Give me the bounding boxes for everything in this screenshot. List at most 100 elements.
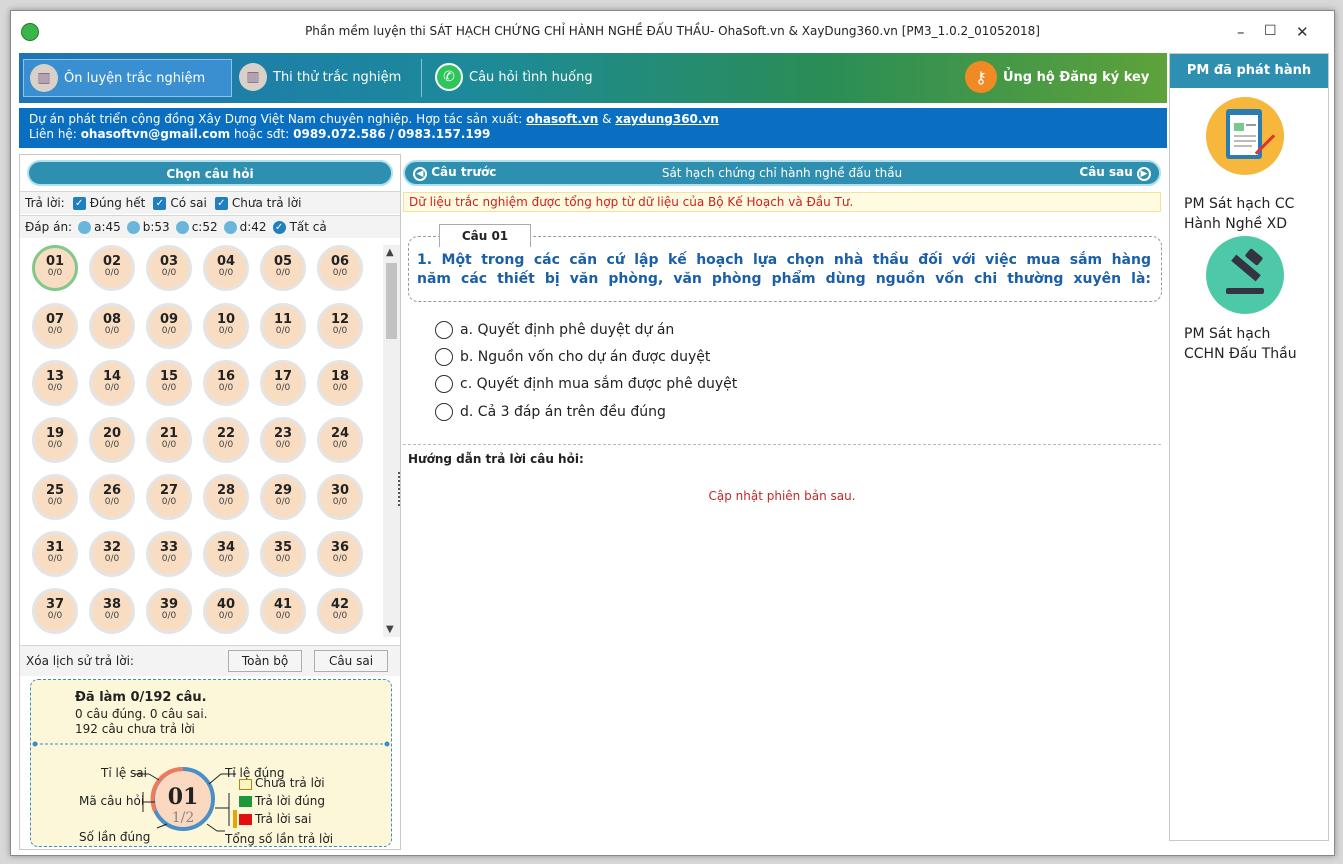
legend-wrong-rate: Tỉ lệ sai [101, 766, 147, 780]
close-button[interactable]: ✕ [1296, 23, 1309, 41]
question-button-34[interactable]: 34 0/0 [203, 531, 249, 577]
question-button-13[interactable]: 13 0/0 [32, 360, 78, 406]
next-question-button[interactable]: Câu sau ▶ [1079, 165, 1151, 181]
question-button-14[interactable]: 14 0/0 [89, 360, 135, 406]
swatch-answered-right [239, 796, 252, 807]
question-score: 0/0 [275, 497, 291, 507]
question-score: 0/0 [332, 326, 348, 336]
phone-2: 0983.157.199 [397, 127, 491, 141]
question-score: 0/0 [218, 383, 234, 393]
checkbox-has-wrong[interactable]: ✓ [153, 196, 167, 210]
question-button-25[interactable]: 25 0/0 [32, 474, 78, 520]
info-line-1: Dự án phát triển cộng đồng Xây Dựng Việt… [29, 112, 719, 127]
question-number: 28 [216, 483, 236, 498]
question-number: 13 [45, 369, 65, 384]
question-button-02[interactable]: 02 0/0 [89, 245, 135, 291]
question-button-10[interactable]: 10 0/0 [203, 303, 249, 349]
question-button-11[interactable]: 11 0/0 [260, 303, 306, 349]
option-a[interactable]: a. Quyết định phê duyệt dự án [435, 319, 674, 341]
scroll-up-icon[interactable]: ▲ [386, 247, 394, 258]
maximize-button[interactable]: ☐ [1264, 23, 1277, 39]
question-button-12[interactable]: 12 0/0 [317, 303, 363, 349]
register-key-button[interactable]: ⚷ Ủng hộ Đăng ký key [959, 59, 1164, 95]
question-number: 03 [159, 254, 179, 269]
checkbox-all-correct[interactable]: ✓ [72, 196, 86, 210]
xaydung360-link[interactable]: xaydung360.vn [615, 112, 719, 126]
question-button-38[interactable]: 38 0/0 [89, 588, 135, 634]
construction-exam-app-button[interactable] [1206, 97, 1284, 175]
question-score: 0/0 [104, 440, 120, 450]
checkbox-unanswered[interactable]: ✓ [214, 196, 228, 210]
question-score: 0/0 [104, 326, 120, 336]
question-button-29[interactable]: 29 0/0 [260, 474, 306, 520]
contact-label: Liên hệ: [29, 127, 77, 141]
question-button-15[interactable]: 15 0/0 [146, 360, 192, 406]
tab-practice[interactable]: ▥ Ôn luyện trắc nghiệm [23, 59, 232, 97]
clear-all-button[interactable]: Toàn bộ [228, 650, 302, 672]
scroll-down-icon[interactable]: ▼ [386, 624, 394, 635]
question-button-07[interactable]: 07 0/0 [32, 303, 78, 349]
question-button-40[interactable]: 40 0/0 [203, 588, 249, 634]
question-button-31[interactable]: 31 0/0 [32, 531, 78, 577]
radio-key-d[interactable] [223, 220, 237, 234]
question-button-08[interactable]: 08 0/0 [89, 303, 135, 349]
question-button-22[interactable]: 22 0/0 [203, 417, 249, 463]
question-text-line-2: năm các thiết bị văn phòng, văn phòng ph… [417, 271, 1151, 287]
question-button-18[interactable]: 18 0/0 [317, 360, 363, 406]
question-score: 0/0 [47, 268, 63, 278]
question-button-20[interactable]: 20 0/0 [89, 417, 135, 463]
question-button-24[interactable]: 24 0/0 [317, 417, 363, 463]
radio-key-all[interactable]: ✓ [272, 220, 286, 234]
question-button-36[interactable]: 36 0/0 [317, 531, 363, 577]
question-button-37[interactable]: 37 0/0 [32, 588, 78, 634]
clear-wrong-button[interactable]: Câu sai [314, 650, 388, 672]
question-number: 20 [102, 426, 122, 441]
question-button-17[interactable]: 17 0/0 [260, 360, 306, 406]
radio-option-c[interactable] [435, 375, 453, 393]
published-apps-header: PM đã phát hành [1170, 54, 1328, 88]
question-button-30[interactable]: 30 0/0 [317, 474, 363, 520]
question-button-32[interactable]: 32 0/0 [89, 531, 135, 577]
option-d[interactable]: d. Cả 3 đáp án trên đều đúng [435, 401, 666, 423]
question-number: 02 [102, 254, 122, 269]
tab-mock-exam-label: Thi thử trắc nghiệm [273, 69, 402, 85]
question-button-26[interactable]: 26 0/0 [89, 474, 135, 520]
question-button-01[interactable]: 01 0/0 [32, 245, 78, 291]
question-button-03[interactable]: 03 0/0 [146, 245, 192, 291]
radio-option-a[interactable] [435, 321, 453, 339]
question-button-39[interactable]: 39 0/0 [146, 588, 192, 634]
question-button-33[interactable]: 33 0/0 [146, 531, 192, 577]
question-button-05[interactable]: 05 0/0 [260, 245, 306, 291]
question-score: 0/0 [161, 326, 177, 336]
radio-key-b[interactable] [126, 220, 140, 234]
radio-key-c[interactable] [175, 220, 189, 234]
ohasoft-link[interactable]: ohasoft.vn [526, 112, 598, 126]
question-button-06[interactable]: 06 0/0 [317, 245, 363, 291]
question-score: 0/0 [161, 554, 177, 564]
bidding-exam-app-button[interactable] [1206, 236, 1284, 314]
question-button-21[interactable]: 21 0/0 [146, 417, 192, 463]
question-button-04[interactable]: 04 0/0 [203, 245, 249, 291]
panel-splitter[interactable] [396, 154, 400, 848]
radio-key-a[interactable] [78, 220, 92, 234]
question-button-41[interactable]: 41 0/0 [260, 588, 306, 634]
question-button-19[interactable]: 19 0/0 [32, 417, 78, 463]
radio-option-b[interactable] [435, 348, 453, 366]
info-bar: Dự án phát triển cộng đồng Xây Dựng Việt… [19, 108, 1167, 148]
question-button-42[interactable]: 42 0/0 [317, 588, 363, 634]
question-score: 0/0 [218, 497, 234, 507]
radio-option-d[interactable] [435, 403, 453, 421]
answer-guide-heading: Hướng dẫn trả lời câu hỏi: [408, 452, 584, 466]
option-b[interactable]: b. Nguồn vốn cho dự án được duyệt [435, 346, 710, 368]
question-score: 0/0 [275, 383, 291, 393]
tab-mock-exam[interactable]: ▥ Thi thử trắc nghiệm [233, 59, 418, 95]
tab-situations[interactable]: ✆ Câu hỏi tình huống [429, 59, 609, 95]
question-button-16[interactable]: 16 0/0 [203, 360, 249, 406]
question-button-09[interactable]: 09 0/0 [146, 303, 192, 349]
question-button-27[interactable]: 27 0/0 [146, 474, 192, 520]
option-c[interactable]: c. Quyết định mua sắm được phê duyệt [435, 373, 737, 395]
minimize-button[interactable]: – [1237, 23, 1245, 41]
question-button-28[interactable]: 28 0/0 [203, 474, 249, 520]
question-button-35[interactable]: 35 0/0 [260, 531, 306, 577]
question-button-23[interactable]: 23 0/0 [260, 417, 306, 463]
